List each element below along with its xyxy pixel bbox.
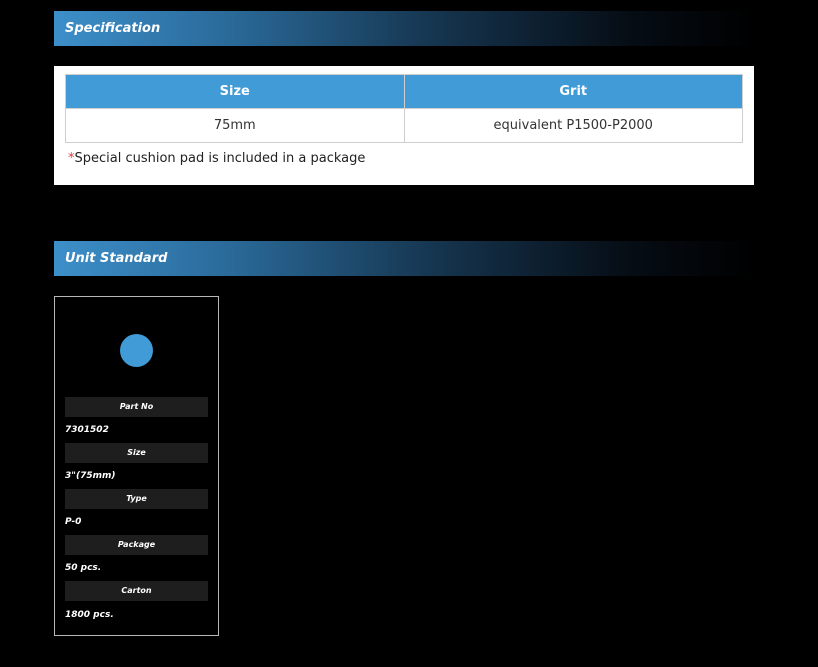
specification-table: Size Grit 75mm equivalent P1500-P2000 [65,74,743,143]
table-header-row: Size Grit [65,74,743,109]
part-no-value: 7301502 [65,425,109,435]
size-label: Size [65,443,208,463]
part-no-label: Part No [65,397,208,417]
type-value: P-0 [65,517,82,527]
note-text: Special cushion pad is included in a pac… [74,151,366,166]
page: Specification Size Grit 75mm equivalent … [0,0,818,667]
size-column-header: Size [65,74,405,109]
type-label: Type [65,489,208,509]
package-note: *Special cushion pad is included in a pa… [68,151,365,166]
unit-standard-header: Unit Standard [54,241,754,276]
size-value: 3"(75mm) [65,471,116,481]
product-card: Part No 7301502 Size 3"(75mm) Type P-0 P… [54,296,219,636]
grit-cell: equivalent P1500-P2000 [403,108,743,143]
carton-value: 1800 pcs. [65,610,114,620]
table-row: 75mm equivalent P1500-P2000 [65,108,743,143]
package-label: Package [65,535,208,555]
product-disc-image [120,334,153,367]
carton-label: Carton [65,581,208,601]
size-cell: 75mm [65,108,405,143]
grit-column-header: Grit [403,74,743,109]
package-value: 50 pcs. [65,563,102,573]
specification-header: Specification [54,11,754,46]
specification-panel: Size Grit 75mm equivalent P1500-P2000 *S… [54,66,754,185]
